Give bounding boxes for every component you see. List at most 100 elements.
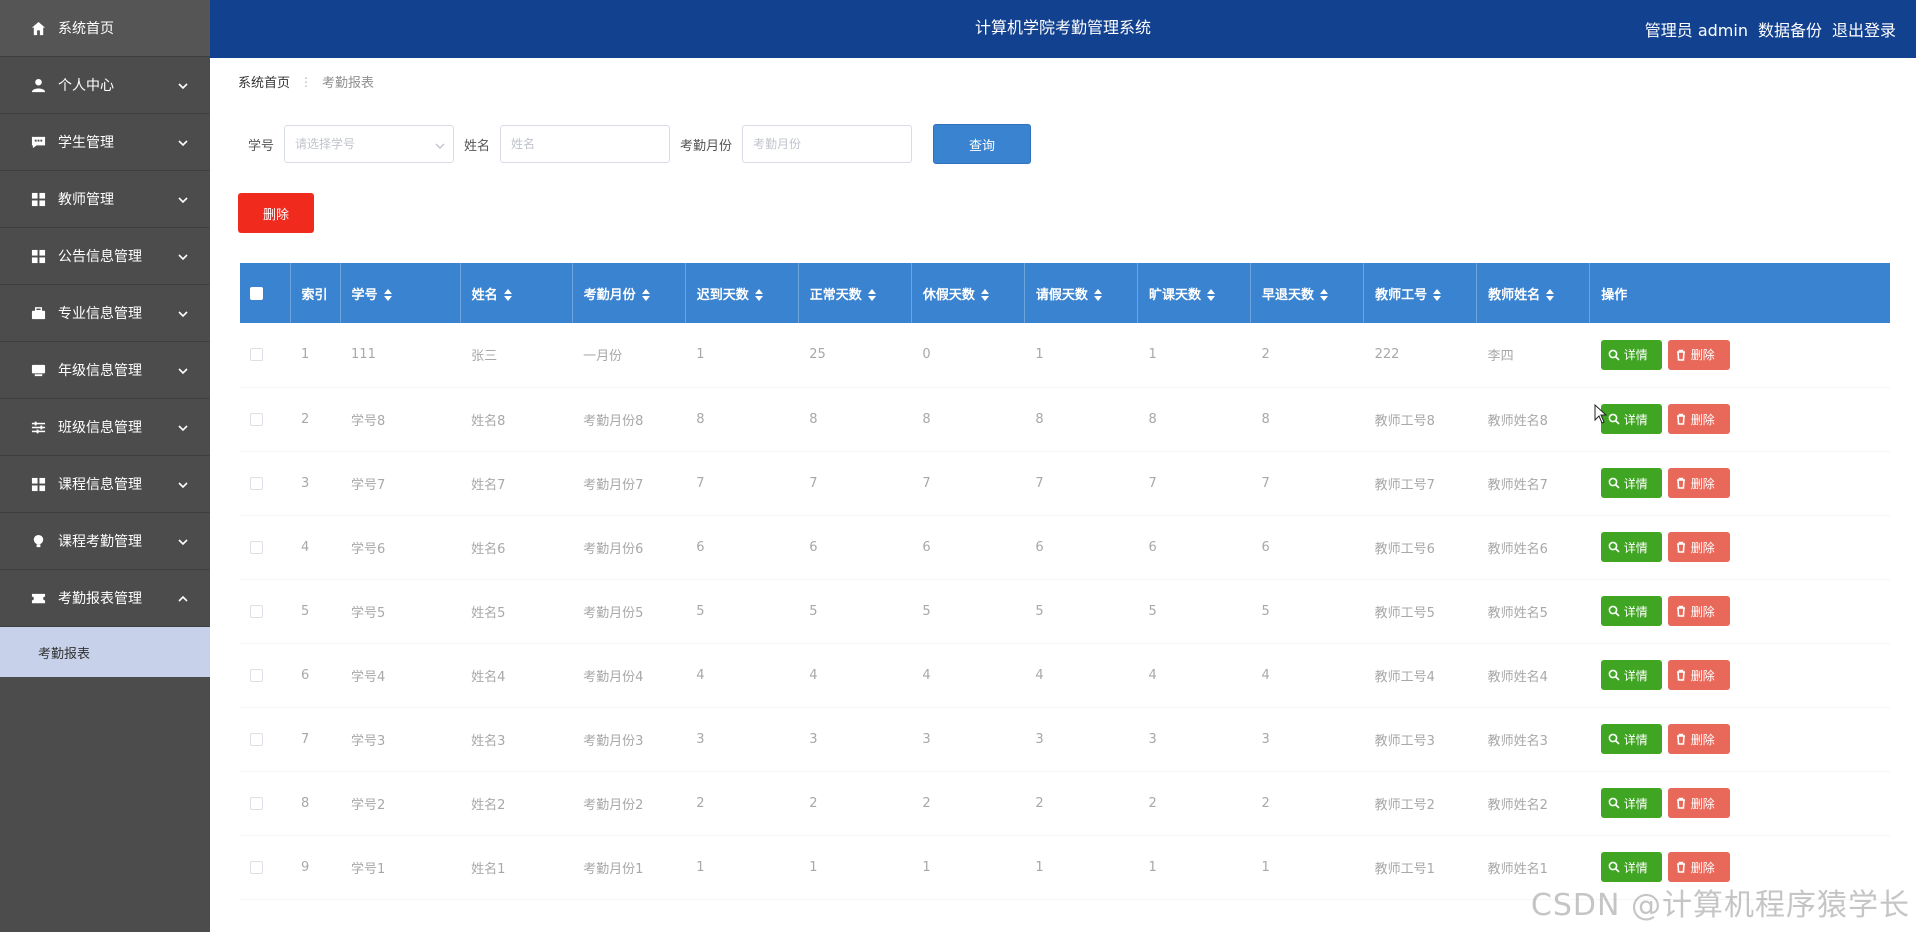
breadcrumb-home[interactable]: 系统首页	[238, 72, 290, 91]
row-checkbox[interactable]	[250, 540, 263, 554]
detail-button[interactable]: 详情	[1600, 852, 1662, 882]
table-row: 4 学号6 姓名6 考勤月份6 6 6 6 6 6 6 教师工号6 教师姓名6 详情 删除	[240, 515, 1890, 580]
batch-delete-button[interactable]: 删除	[238, 193, 314, 233]
chevron-down-icon	[178, 193, 188, 204]
sidebar-item-7[interactable]: 班级信息管理	[0, 399, 210, 456]
table-cell: 1	[685, 323, 799, 388]
table-cell: 4	[911, 643, 1025, 708]
sort-icon[interactable]	[503, 289, 512, 301]
table-cell: 教师工号8	[1363, 387, 1477, 452]
detail-button[interactable]: 详情	[1600, 724, 1662, 754]
sidebar-item-5[interactable]: 专业信息管理	[0, 285, 210, 342]
sidebar: 系统首页个人中心 学生管理 教师管理 公告信息管理 专业信息管理年级信息管理班级信息管理…	[0, 0, 210, 932]
chevron-down-icon	[178, 307, 188, 318]
logout-link[interactable]: 退出登录	[1832, 17, 1896, 41]
sidebar-item-6[interactable]: 年级信息管理	[0, 342, 210, 399]
bulb-icon	[30, 533, 46, 549]
backup-link[interactable]: 数据备份	[1758, 17, 1822, 41]
sort-icon[interactable]	[980, 289, 989, 301]
sidebar-subitem-attendance-report[interactable]: 考勤报表	[0, 627, 210, 677]
table-cell: 教师姓名7	[1476, 451, 1590, 516]
table-cell: 222	[1363, 323, 1477, 388]
sort-icon[interactable]	[1433, 289, 1442, 301]
column-header[interactable]: 考勤月份	[572, 263, 686, 323]
column-header[interactable]: 旷课天数	[1137, 263, 1252, 323]
delete-button[interactable]: 删除	[1667, 339, 1730, 370]
detail-button[interactable]: 详情	[1600, 596, 1662, 626]
detail-button[interactable]: 详情	[1600, 339, 1662, 370]
actions-cell: 详情 删除	[1589, 323, 1890, 388]
chevron-down-icon	[178, 79, 188, 90]
delete-button[interactable]: 删除	[1667, 852, 1730, 882]
sort-icon[interactable]	[1320, 289, 1329, 301]
row-checkbox[interactable]	[250, 476, 263, 490]
search-icon	[1608, 413, 1620, 425]
column-header[interactable]: 教师工号	[1363, 263, 1478, 323]
table-cell: 姓名7	[460, 451, 573, 516]
delete-button[interactable]: 删除	[1667, 724, 1730, 754]
delete-button[interactable]: 删除	[1667, 532, 1730, 562]
row-checkbox[interactable]	[250, 860, 263, 874]
delete-button[interactable]: 删除	[1667, 404, 1730, 434]
row-select-cell	[240, 643, 291, 708]
column-header-label: 迟到天数	[696, 287, 749, 303]
sidebar-item-label: 系统首页	[58, 21, 114, 37]
sort-icon[interactable]	[383, 289, 392, 301]
row-checkbox[interactable]	[250, 796, 263, 810]
table-cell: 6	[1137, 515, 1251, 580]
name-input[interactable]	[500, 125, 671, 163]
delete-button[interactable]: 删除	[1667, 468, 1730, 498]
sort-icon[interactable]	[754, 289, 763, 301]
delete-button[interactable]: 删除	[1667, 788, 1730, 818]
detail-button[interactable]: 详情	[1600, 404, 1662, 434]
sidebar-item-0[interactable]: 系统首页	[0, 0, 210, 57]
detail-button[interactable]: 详情	[1600, 468, 1662, 498]
row-checkbox[interactable]	[250, 668, 263, 682]
delete-button[interactable]: 删除	[1667, 660, 1730, 690]
sort-icon[interactable]	[641, 289, 650, 301]
column-header[interactable]: 休假天数	[911, 263, 1025, 323]
column-header[interactable]: 请假天数	[1024, 263, 1138, 323]
sidebar-item-4[interactable]: 公告信息管理	[0, 228, 210, 285]
column-header[interactable]: 姓名	[460, 263, 573, 323]
row-checkbox[interactable]	[250, 732, 263, 746]
detail-button[interactable]: 详情	[1600, 532, 1662, 562]
sidebar-item-8[interactable]: 课程信息管理	[0, 456, 210, 513]
table-cell: 1	[911, 835, 1025, 900]
search-icon	[1608, 733, 1620, 745]
column-header[interactable]: 正常天数	[798, 263, 912, 323]
table-cell: 3	[1137, 707, 1251, 772]
column-header[interactable]: 早退天数	[1250, 263, 1365, 323]
column-header[interactable]: 迟到天数	[685, 263, 799, 323]
sort-icon[interactable]	[1206, 289, 1215, 301]
select-all-checkbox[interactable]	[250, 286, 263, 300]
sidebar-item-3[interactable]: 教师管理	[0, 171, 210, 228]
table-cell: 姓名5	[460, 579, 573, 644]
table-cell: 李四	[1476, 323, 1590, 388]
column-header[interactable]: 教师姓名	[1476, 263, 1591, 323]
row-checkbox[interactable]	[250, 348, 263, 362]
detail-button[interactable]: 详情	[1600, 788, 1662, 818]
student-id-select[interactable]	[284, 125, 455, 163]
query-button[interactable]: 查询	[933, 124, 1032, 164]
row-select-cell	[240, 707, 291, 772]
row-checkbox[interactable]	[250, 412, 263, 426]
month-input[interactable]	[742, 125, 913, 163]
detail-button[interactable]: 详情	[1600, 660, 1662, 690]
sidebar-item-label: 年级信息管理	[58, 363, 142, 379]
sidebar-item-10[interactable]: 考勤报表管理	[0, 570, 210, 627]
sidebar-item-2[interactable]: 学生管理	[0, 114, 210, 171]
sort-icon[interactable]	[867, 289, 876, 301]
sort-icon[interactable]	[1093, 289, 1102, 301]
actions-cell: 详情 删除	[1589, 579, 1890, 644]
sort-icon[interactable]	[1546, 289, 1555, 301]
table-cell: 学号6	[340, 515, 461, 580]
mouse-cursor-icon	[1594, 404, 1608, 424]
row-checkbox[interactable]	[250, 604, 263, 618]
sidebar-item-9[interactable]: 课程考勤管理	[0, 513, 210, 570]
column-header[interactable]: 学号	[340, 263, 461, 323]
table-cell: 姓名4	[460, 643, 573, 708]
sidebar-item-1[interactable]: 个人中心	[0, 57, 210, 114]
delete-button[interactable]: 删除	[1667, 596, 1730, 626]
table-cell: 7	[685, 451, 799, 516]
